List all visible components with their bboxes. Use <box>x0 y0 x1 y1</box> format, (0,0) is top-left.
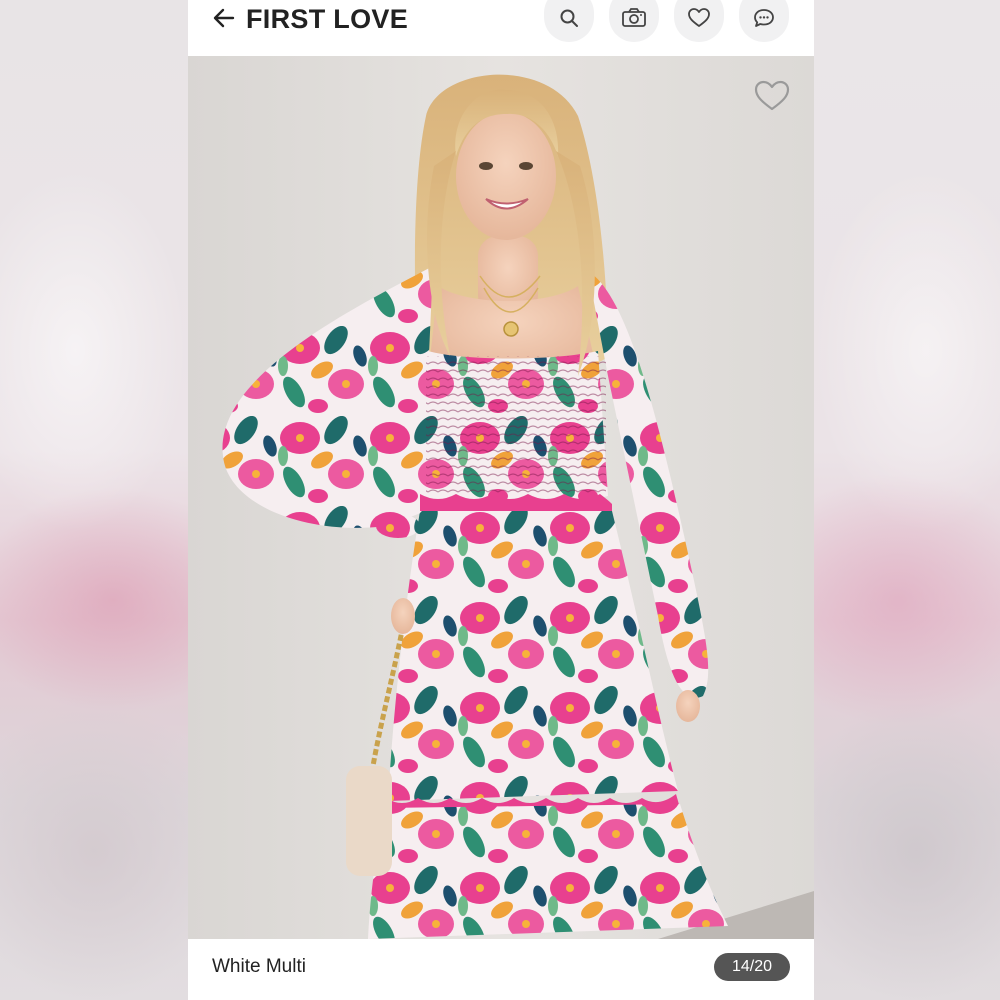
camera-icon <box>621 0 647 34</box>
heart-icon <box>687 0 711 34</box>
variant-label: White Multi <box>212 956 306 977</box>
image-counter-badge: 14/20 <box>714 953 790 981</box>
search-icon <box>558 0 580 34</box>
shop-title: FIRST LOVE <box>246 4 409 34</box>
favorites-button[interactable] <box>674 0 724 42</box>
product-image <box>188 56 814 939</box>
backdrop-left <box>0 0 188 1000</box>
backdrop-right <box>814 0 1000 1000</box>
back-button[interactable] <box>208 4 240 36</box>
app-window: FIRST LOVE White Multi 14/20 <box>188 0 814 1000</box>
search-button[interactable] <box>544 0 594 42</box>
top-bar: FIRST LOVE <box>188 0 814 56</box>
arrow-left-icon <box>211 5 237 36</box>
chat-button[interactable] <box>739 0 789 42</box>
screen: FIRST LOVE White Multi 14/20 <box>0 0 1000 1000</box>
camera-button[interactable] <box>609 0 659 42</box>
favorite-photo-button[interactable] <box>752 76 792 116</box>
chat-icon <box>752 0 776 34</box>
heart-outline-icon <box>753 79 791 113</box>
product-photo[interactable] <box>188 56 814 939</box>
image-info-bar: White Multi 14/20 <box>188 939 814 1000</box>
